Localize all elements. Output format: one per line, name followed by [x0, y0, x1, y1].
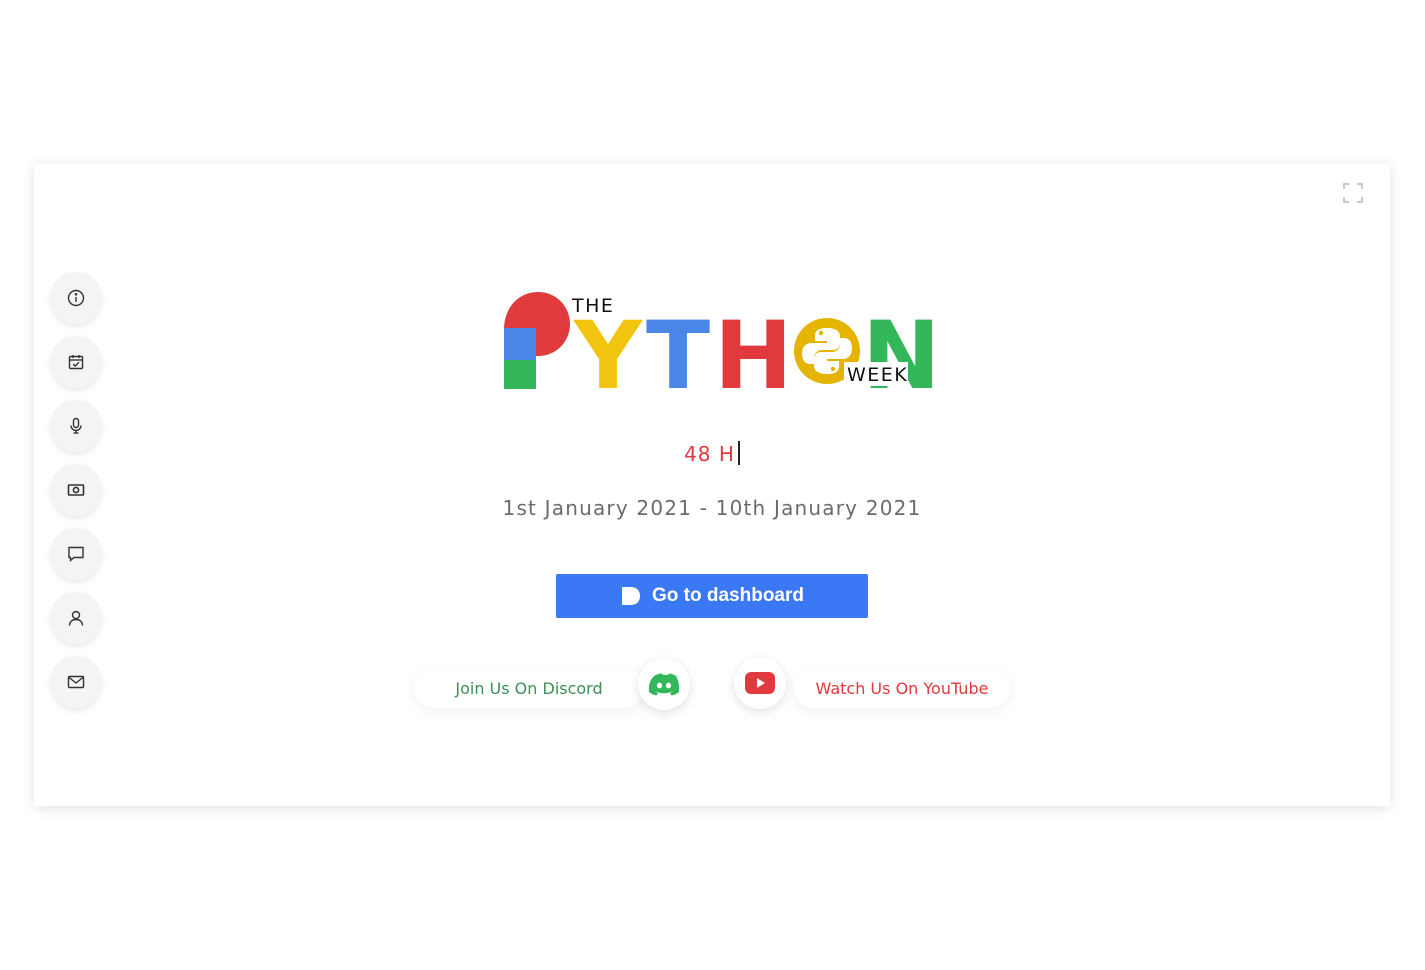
mail-icon [67, 675, 85, 689]
typing-headline: 48 H [34, 441, 1390, 466]
text-cursor [737, 441, 740, 465]
logo-p-green-block [504, 360, 536, 389]
sidebar-item-chat[interactable] [50, 528, 102, 580]
go-to-dashboard-label: Go to dashboard [652, 585, 804, 606]
sidebar-item-about[interactable] [50, 272, 102, 324]
user-icon [68, 610, 84, 626]
microphone-icon [70, 417, 82, 434]
calendar-check-icon [68, 355, 84, 370]
fullscreen-icon[interactable] [1342, 182, 1364, 204]
main-card: THE Y T H N WEEK 48 H 1st January 2021 -… [34, 164, 1390, 806]
sidebar-item-contact[interactable] [50, 656, 102, 708]
logo-week-text: WEEK [847, 364, 908, 386]
logo-letter-t: T [646, 302, 710, 396]
dashboard-logo-icon [622, 587, 640, 605]
logo-letter-y: Y [573, 302, 643, 396]
info-icon [67, 289, 85, 307]
logo-letter-h: H [714, 302, 793, 396]
logo-p-blue-block [504, 328, 536, 360]
discord-button[interactable] [638, 658, 690, 710]
youtube-icon [745, 672, 775, 694]
sidebar-item-profile[interactable] [50, 592, 102, 644]
go-to-dashboard-button[interactable]: Go to dashboard [556, 574, 868, 618]
discord-icon [648, 673, 680, 696]
discord-link[interactable]: Join Us On Discord [414, 668, 644, 708]
typing-text: 48 H [684, 442, 735, 466]
chat-icon [68, 546, 84, 563]
youtube-button[interactable] [734, 657, 786, 709]
youtube-label: Watch Us On YouTube [815, 678, 989, 698]
discord-label: Join Us On Discord [455, 678, 603, 698]
python-week-logo: THE Y T H N WEEK [504, 292, 934, 396]
youtube-link[interactable]: Watch Us On YouTube [794, 668, 1010, 708]
event-dates: 1st January 2021 - 10th January 2021 [502, 496, 922, 520]
sidebar-item-schedule[interactable] [50, 336, 102, 388]
